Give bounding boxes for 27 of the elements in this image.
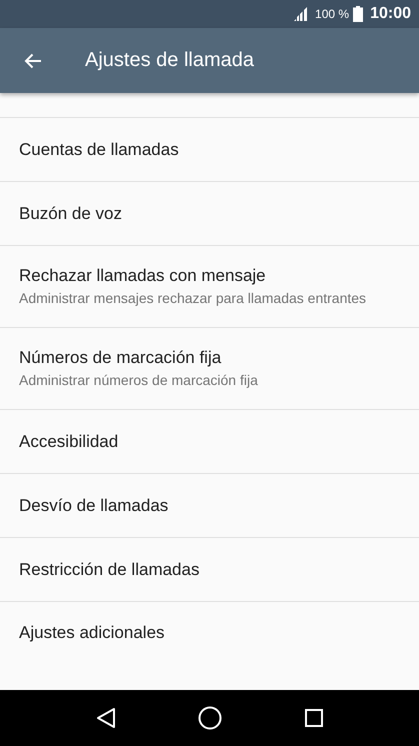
item-title: Números de marcación fija [19,348,222,368]
recents-icon[interactable] [304,709,323,727]
back-icon[interactable] [96,707,116,729]
settings-item[interactable]: Desvío de llamadas [0,474,419,538]
battery-level: 100 % [315,7,350,21]
back-arrow-icon[interactable] [24,52,42,68]
settings-item[interactable]: Rechazar llamadas con mensaje Administrar mensajes rechazar para llamadas entrantes [0,246,419,328]
settings-item[interactable]: Ajustes adicionales [0,602,419,664]
item-title: Restricción de llamadas [19,560,200,580]
settings-item[interactable]: Cuentas de llamadas [0,118,419,182]
home-icon[interactable] [198,706,222,730]
battery-icon [353,6,364,22]
settings-item[interactable]: Números de marcación fija Administrar números de marcación fija [0,328,419,410]
signal-icon [293,7,310,21]
item-title: Ajustes adicionales [19,623,165,643]
item-summary: Administrar números de marcación fija [19,371,258,389]
item-title: Cuentas de llamadas [19,140,179,160]
item-title: Desvío de llamadas [19,496,168,516]
settings-item[interactable]: Accesibilidad [0,410,419,474]
settings-item[interactable]: Restricción de llamadas [0,538,419,602]
clock: 10:00 [370,5,411,23]
item-title: Buzón de voz [19,204,122,224]
item-title: Accesibilidad [19,432,118,452]
item-summary: Administrar mensajes rechazar para llamadas entrantes [19,289,366,307]
settings-item[interactable]: Buzón de voz [0,182,419,246]
item-title: Rechazar llamadas con mensaje [19,266,266,286]
screen-title: Ajustes de llamada [85,49,254,72]
